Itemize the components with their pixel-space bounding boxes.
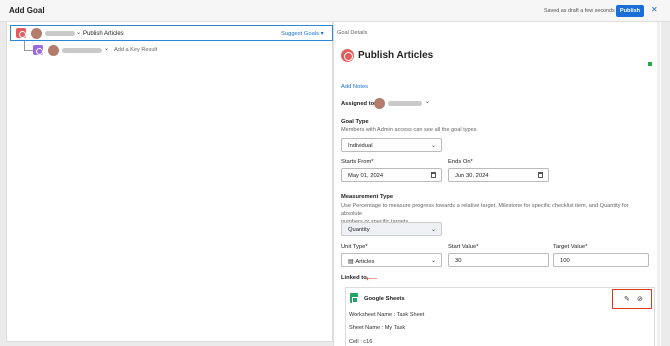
unlink-icon[interactable]: ⊘: [637, 295, 643, 303]
measurement-label: Measurement Type: [341, 194, 394, 200]
measurement-type-select[interactable]: Quantity ⌄: [341, 222, 442, 236]
chevron-down-icon: ⌄: [430, 143, 436, 149]
target-icon: [341, 49, 354, 62]
close-icon[interactable]: ✕: [651, 5, 658, 14]
measurement-help-line: Use Percentage to measure progress towar…: [341, 203, 629, 217]
linked-source-name: Google Sheets: [364, 296, 405, 302]
chevron-down-icon[interactable]: ⌄: [104, 45, 109, 52]
ends-label: Ends On*: [448, 159, 473, 165]
arrow-left-icon: ⟵: [366, 274, 378, 283]
chevron-down-icon[interactable]: ⌄: [76, 29, 81, 36]
section-label: Goal Details: [337, 30, 368, 36]
cell-ref: Cell : c16: [349, 339, 373, 345]
add-notes-link[interactable]: Add Notes: [341, 84, 368, 90]
unit-type-select[interactable]: ▤ Articles ⌄: [341, 253, 442, 267]
end-date-field[interactable]: Jun 30, 2024: [448, 168, 549, 182]
measurement-type-value: Quantity: [348, 227, 370, 233]
goal-type-label: Goal Type: [341, 119, 369, 125]
assigned-to-label: Assigned to: [341, 101, 375, 107]
calendar-icon[interactable]: [431, 172, 436, 178]
goal-type-value: Individual: [348, 143, 373, 149]
add-key-result-input[interactable]: Add a Key Result: [114, 47, 157, 53]
suggest-goals-button[interactable]: Suggest Goals ▾: [281, 31, 324, 37]
pencil-icon[interactable]: ✎: [624, 295, 630, 303]
target-icon: [33, 45, 43, 55]
target-value-label: Target Value*: [553, 244, 588, 250]
linked-source-card: Google Sheets Worksheet Name : Task Shee…: [345, 287, 655, 346]
end-date-value: Jun 30, 2024: [455, 173, 489, 179]
target-value-input[interactable]: 100: [553, 253, 649, 267]
start-date-field[interactable]: May 01, 2024: [341, 168, 442, 182]
chevron-down-icon: ⌄: [430, 258, 436, 264]
unit-type-label: Unit Type*: [341, 244, 368, 250]
google-sheets-icon: [350, 293, 358, 303]
goal-type-select[interactable]: Individual ⌄: [341, 138, 442, 152]
avatar: [374, 98, 385, 109]
worksheet-name: Worksheet Name : Task Sheet: [349, 312, 425, 318]
status-dot: [648, 62, 652, 66]
calendar-icon[interactable]: [538, 172, 543, 178]
goal-title[interactable]: Publish Articles: [358, 50, 433, 61]
avatar: [31, 28, 42, 39]
goal-tree-panel: ⌄ Publish Articles Suggest Goals ▾ ⌄ Add…: [6, 22, 333, 342]
start-date-value: May 01, 2024: [348, 173, 384, 179]
key-result-row: ⌄ Add a Key Result: [10, 43, 330, 58]
chevron-down-icon[interactable]: ⌄: [425, 98, 430, 105]
goal-name[interactable]: Publish Articles: [83, 31, 124, 37]
sheet-name: Sheet Name : My Task: [349, 325, 406, 331]
chevron-down-icon: ⌄: [430, 227, 436, 233]
page-title: Add Goal: [9, 6, 45, 15]
unit-type-value: Articles: [355, 259, 375, 265]
target-icon: [16, 28, 26, 38]
top-bar: Add Goal Saved as draft a few seconds ag…: [0, 0, 670, 22]
highlight-box: [612, 289, 652, 309]
start-value-input[interactable]: 30: [448, 253, 549, 267]
owner-name: [62, 48, 102, 53]
goal-row[interactable]: ⌄ Publish Articles Suggest Goals ▾: [10, 25, 333, 41]
scrollbar[interactable]: [657, 22, 660, 346]
avatar: [48, 45, 59, 56]
starts-label: Starts From*: [341, 159, 374, 165]
owner-name: [45, 31, 75, 36]
start-value-label: Start Value*: [448, 244, 479, 250]
assignee-name: [388, 101, 422, 106]
publish-button[interactable]: Publish: [616, 5, 644, 17]
goal-type-help: Members with Admin access can see all th…: [341, 127, 477, 133]
save-status: Saved as draft a few seconds ago: [544, 8, 626, 14]
linked-to-label: Linked to: [341, 275, 367, 281]
